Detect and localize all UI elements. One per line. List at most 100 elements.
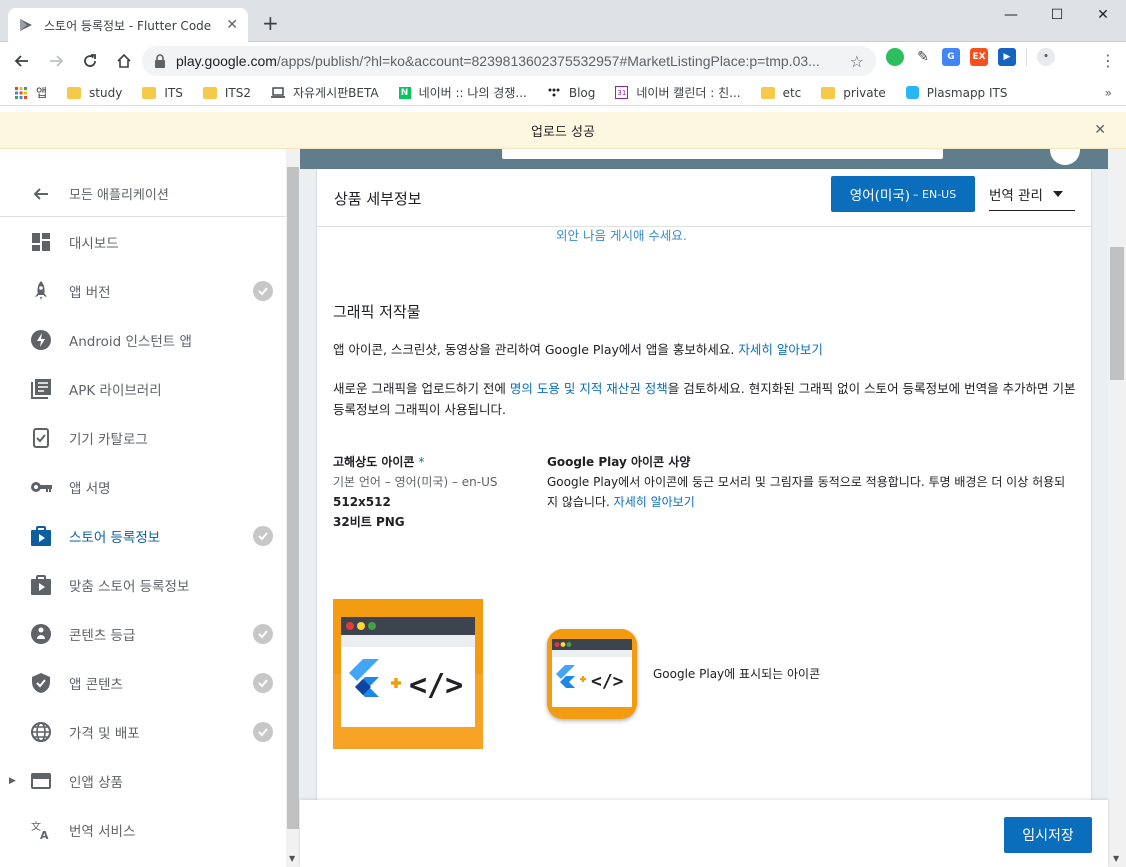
custom-store-icon [30, 574, 52, 596]
apps-grid-icon [15, 86, 27, 99]
bookmark-item[interactable]: N 네이버 :: 나의 경쟁... [398, 84, 527, 101]
sidebar-item-content-rating[interactable]: 콘텐츠 등급 [0, 609, 286, 658]
graphics-description-text: 앱 아이콘, 스크린샷, 동영상을 관리하여 Google Play에서 앱을 … [333, 342, 739, 357]
console-search-box[interactable] [502, 149, 943, 159]
globe-icon [30, 721, 52, 743]
scroll-down-icon[interactable]: ▼ [1113, 854, 1119, 863]
close-window-icon[interactable]: ✕ [1080, 0, 1126, 30]
evernote-extension-icon[interactable] [886, 48, 904, 66]
bookmark-item[interactable]: etc [760, 85, 802, 100]
close-icon[interactable]: ✕ [1094, 122, 1106, 138]
upload-success-banner: 업로드 성공 ✕ [0, 112, 1126, 149]
bookmark-item[interactable]: private [821, 86, 886, 100]
sidebar-item-translation-service[interactable]: 文A 번역 서비스 [0, 805, 286, 854]
forward-arrow-icon[interactable] [40, 45, 72, 77]
google-translate-extension-icon[interactable]: G [942, 48, 960, 66]
maximize-icon[interactable]: ☐ [1034, 0, 1080, 30]
bookmark-item[interactable]: 31 네이버 캘린더 : 친... [615, 84, 741, 101]
arrow-back-icon [30, 183, 52, 205]
calendar-icon: 31 [615, 86, 629, 99]
bookmark-label: etc [782, 85, 802, 100]
bookmark-item[interactable]: 앱 [14, 84, 47, 101]
manage-translations-dropdown[interactable]: 번역 관리 [989, 178, 1075, 211]
shield-icon [30, 672, 52, 694]
bookmark-item[interactable]: 자유게시판BETA [270, 84, 379, 101]
sidebar-scroll-thumb[interactable] [287, 167, 299, 829]
home-icon[interactable] [108, 45, 140, 77]
sidebar-scrollbar[interactable]: ▼ [286, 149, 300, 867]
dropdown-caret-icon [1052, 191, 1063, 197]
check-circle-icon [253, 721, 273, 742]
back-to-all-apps[interactable]: 모든 애플리케이션 [0, 171, 286, 217]
video-extension-icon[interactable]: ▶ [998, 48, 1016, 66]
url-text: play.google.com/apps/publish/?hl=ko&acco… [176, 53, 842, 69]
page-scrollbar[interactable]: ▼ [1108, 149, 1126, 867]
rating-icon [30, 623, 52, 645]
sidebar-item-pricing-distribution[interactable]: 가격 및 배포 [0, 707, 286, 756]
plasmapp-icon [905, 86, 919, 99]
bookmark-label: 앱 [36, 86, 48, 100]
browser-toolbar: play.google.com/apps/publish/?hl=ko&acco… [0, 42, 1126, 80]
graphics-policy-note: 새로운 그래픽을 업로드하기 전에 명의 도용 및 지적 재산권 정책을 검토하… [333, 378, 1078, 420]
address-bar[interactable]: play.google.com/apps/publish/?hl=ko&acco… [142, 46, 876, 76]
more-bookmarks-icon[interactable]: » [1105, 86, 1112, 100]
browser-menu-icon[interactable]: ⋮ [1100, 53, 1116, 69]
folder-icon [821, 86, 836, 99]
credit-card-icon [30, 770, 52, 792]
sidebar-item-device-catalog[interactable]: 기기 카탈로그 [0, 413, 286, 462]
naver-icon: N [398, 86, 411, 99]
tab-title: 스토어 등록정보 - Flutter Code [44, 18, 212, 33]
learn-more-link[interactable]: 자세히 알아보기 [738, 342, 822, 357]
close-tab-icon[interactable]: ✕ [226, 17, 238, 33]
language-button[interactable]: 영어(미국) – EN-US [831, 176, 975, 212]
account-avatar[interactable] [1050, 149, 1080, 165]
scroll-down-icon[interactable]: ▼ [289, 854, 295, 863]
eyedropper-extension-icon[interactable]: ✎ [914, 48, 932, 66]
sidebar-item-custom-store-listing[interactable]: 맞춤 스토어 등록정보 [0, 560, 286, 609]
code-tag-art: </> [409, 668, 463, 703]
page-scroll-thumb[interactable] [1110, 247, 1124, 380]
sidebar-item-label: 기기 카탈로그 [69, 431, 148, 448]
ip-policy-link[interactable]: 명의 도용 및 지적 재산권 정책 [510, 381, 668, 396]
ex-extension-icon[interactable]: EX [970, 48, 988, 66]
browser-tab[interactable]: 스토어 등록정보 - Flutter Code ✕ [8, 8, 248, 42]
sidebar-item-label: 가격 및 배포 [69, 725, 140, 742]
bookmark-item[interactable]: Blog [547, 86, 595, 100]
bookmark-item[interactable]: ITS [142, 86, 183, 100]
sidebar-item-app-signing[interactable]: 앱 서명 [0, 462, 286, 511]
sidebar-item-instant-apps[interactable]: Android 인스턴트 앱 [0, 315, 286, 364]
bookmark-item[interactable]: ITS2 [202, 85, 251, 100]
dots-icon [548, 88, 560, 96]
back-arrow-icon[interactable] [6, 45, 38, 77]
sidebar-item-in-app-products[interactable]: ▶ 인앱 상품 [0, 756, 286, 805]
sidebar-item-app-content[interactable]: 앱 콘텐츠 [0, 658, 286, 707]
bookmark-item[interactable]: Plasmapp ITS [905, 86, 1007, 100]
profile-avatar-icon[interactable]: • [1037, 48, 1055, 66]
sidebar-item-dashboard[interactable]: 대시보드 [0, 217, 286, 266]
lock-icon [155, 54, 165, 68]
uploaded-app-icon[interactable]: </> [333, 599, 483, 749]
sidebar-item-label: APK 라이브러리 [69, 382, 162, 399]
folder-icon [142, 86, 157, 99]
bookmark-label: ITS2 [224, 85, 251, 100]
sidebar-item-label: 인앱 상품 [69, 774, 123, 791]
bookmark-label: 자유게시판BETA [292, 86, 379, 100]
google-play-console-icon [20, 19, 32, 31]
sidebar-item-label: 번역 서비스 [69, 823, 136, 840]
expand-arrow-icon[interactable]: ▶ [9, 776, 16, 786]
language-code: – EN-US [913, 187, 957, 201]
save-draft-button[interactable]: 임시저장 [1004, 817, 1092, 853]
sidebar-item-label: 맞춤 스토어 등록정보 [69, 578, 190, 595]
bookmark-star-icon[interactable]: ☆ [850, 52, 864, 71]
gp-learn-more-link[interactable]: 자세히 알아보기 [614, 495, 695, 509]
bookmark-item[interactable]: study [67, 86, 122, 100]
minimize-icon[interactable]: — [988, 0, 1034, 30]
reload-icon[interactable] [74, 45, 106, 77]
new-tab-button[interactable]: + [262, 13, 279, 33]
bookmarks-bar: 앱 study ITS ITS2 자유게시판BETA N 네이버 :: 나의 경… [0, 80, 1126, 106]
sidebar-item-store-listing[interactable]: 스토어 등록정보 [0, 511, 286, 560]
dashboard-icon [30, 231, 52, 253]
sidebar-item-apk-library[interactable]: APK 라이브러리 [0, 364, 286, 413]
sidebar-item-app-releases[interactable]: 앱 버전 [0, 266, 286, 315]
icon-language: 기본 언어 – 영어(미국) – en-US [333, 475, 498, 489]
